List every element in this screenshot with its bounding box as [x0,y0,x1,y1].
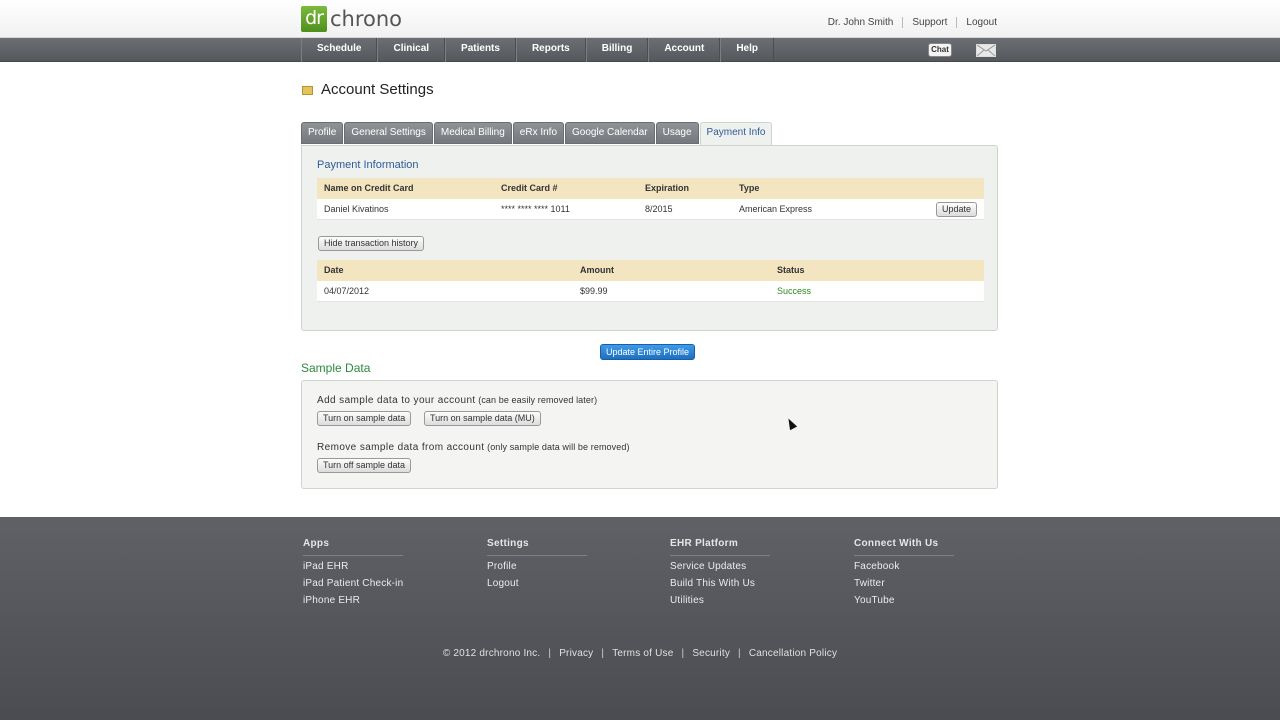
footer-col-ehr-platform: EHR Platform Service Updates Build This … [670,538,820,607]
nav-account[interactable]: Account [648,38,721,62]
col-expiration: Expiration [645,183,690,193]
tab-medical-billing[interactable]: Medical Billing [433,122,512,144]
nav-reports[interactable]: Reports [515,38,586,62]
nav-patients[interactable]: Patients [445,38,516,62]
legal-separator: | [738,648,741,659]
col-name-on-card: Name on Credit Card [324,183,414,193]
footer-link-service-updates[interactable]: Service Updates [670,561,820,573]
turn-off-sample-data-button[interactable]: Turn off sample data [317,458,412,473]
tab-google-calendar[interactable]: Google Calendar [565,122,655,144]
top-bar: dr chrono Dr. John Smith Support Logout [0,0,1280,38]
footer-link-build-with-us[interactable]: Build This With Us [670,578,820,590]
chat-icon[interactable]: Chat [928,43,952,57]
page-title: Account Settings [321,81,434,98]
credit-card-table: Name on Credit Card Credit Card # Expira… [317,178,984,220]
col-card-number: Credit Card # [501,183,558,193]
remove-sample-data-label: Remove sample data from account [317,442,485,453]
main-nav-bar: Schedule Clinical Patients Reports Billi… [0,38,1280,62]
footer-link-iphone-ehr[interactable]: iPhone EHR [303,595,453,607]
footer-heading-apps: Apps [303,538,403,556]
tab-usage[interactable]: Usage [655,122,699,144]
nav-billing[interactable]: Billing [585,38,649,62]
turn-on-sample-data-mu-button[interactable]: Turn on sample data (MU) [424,411,541,426]
transaction-date: 04/07/2012 [324,286,370,296]
turn-on-sample-data-button[interactable]: Turn on sample data [317,411,412,426]
settings-folder-icon [302,86,313,95]
col-status: Status [777,265,805,275]
settings-tabs: Profile General Settings Medical Billing… [301,122,773,146]
tab-profile[interactable]: Profile [301,122,344,144]
footer-link-facebook[interactable]: Facebook [854,561,1004,573]
legal-separator: | [548,648,552,659]
card-expiration: 8/2015 [645,204,673,214]
sample-data-panel: Add sample data to your account (can be … [301,380,998,489]
credit-card-table-header: Name on Credit Card Credit Card # Expira… [317,178,984,199]
top-links: Dr. John Smith Support Logout [819,17,997,28]
table-row: 04/07/2012 $99.99 Success [317,281,984,302]
add-sample-data-note: (can be easily removed later) [478,395,598,405]
security-link[interactable]: Security [688,648,734,659]
hide-transaction-history-button[interactable]: Hide transaction history [318,236,425,251]
footer-link-ipad-checkin[interactable]: iPad Patient Check-in [303,578,453,590]
footer-legal: © 2012 drchrono Inc. | Privacy | Terms of Us… [0,648,1280,659]
mail-icon[interactable] [976,44,996,57]
cancellation-policy-link[interactable]: Cancellation Policy [745,648,841,659]
logo-badge: dr [301,6,327,32]
tab-payment-info[interactable]: Payment Info [699,122,773,146]
add-sample-data-label: Add sample data to your account [317,395,476,406]
footer: Apps iPad EHR iPad Patient Check-in iPho… [0,517,1280,720]
tab-general-settings[interactable]: General Settings [344,122,433,144]
copyright-text: © 2012 drchrono Inc. [442,648,541,659]
tab-erx-info[interactable]: eRx Info [512,122,565,144]
footer-link-ipad-ehr[interactable]: iPad EHR [303,561,453,573]
remove-sample-data-text: Remove sample data from account (only sa… [317,442,630,453]
payment-info-panel: Payment Information Name on Credit Card … [301,145,998,331]
footer-col-settings: Settings Profile Logout [487,538,637,590]
col-date: Date [324,265,344,275]
footer-heading-ehr-platform: EHR Platform [670,538,770,556]
col-amount: Amount [580,265,614,275]
footer-link-profile[interactable]: Profile [487,561,637,573]
transaction-status: Success [777,286,812,296]
nav-help[interactable]: Help [720,38,774,62]
footer-col-apps: Apps iPad EHR iPad Patient Check-in iPho… [303,538,453,607]
main-nav: Schedule Clinical Patients Reports Billi… [301,38,774,62]
transaction-table-header: Date Amount Status [317,260,984,281]
drchrono-logo[interactable]: dr chrono [301,6,402,32]
nav-schedule[interactable]: Schedule [301,38,378,62]
privacy-link[interactable]: Privacy [555,648,597,659]
card-holder-name: Daniel Kivatinos [324,204,389,214]
nav-clinical[interactable]: Clinical [377,38,446,62]
update-card-button[interactable]: Update [936,202,978,217]
user-name-link[interactable]: Dr. John Smith [819,17,903,28]
footer-heading-settings: Settings [487,538,587,556]
logout-link[interactable]: Logout [956,17,997,28]
card-type: American Express [739,204,813,214]
table-row: Daniel Kivatinos **** **** **** 1011 8/2… [317,199,984,220]
update-entire-profile-button[interactable]: Update Entire Profile [600,344,696,360]
legal-separator: | [601,648,605,659]
footer-col-connect: Connect With Us Facebook Twitter YouTube [854,538,1004,607]
logo-text: chrono [330,7,403,31]
legal-separator: | [681,648,685,659]
footer-link-logout[interactable]: Logout [487,578,637,590]
footer-link-youtube[interactable]: YouTube [854,595,1004,607]
card-number: **** **** **** 1011 [501,204,570,214]
footer-heading-connect: Connect With Us [854,538,954,556]
payment-section-title: Payment Information [317,159,419,171]
footer-link-utilities[interactable]: Utilities [670,595,820,607]
add-sample-data-text: Add sample data to your account (can be … [317,395,597,406]
col-type: Type [739,183,760,193]
transaction-amount: $99.99 [580,286,608,296]
footer-link-twitter[interactable]: Twitter [854,578,1004,590]
support-link[interactable]: Support [902,17,956,28]
sample-data-title: Sample Data [301,361,371,375]
transaction-history-table: Date Amount Status 04/07/2012 $99.99 Suc… [317,260,984,302]
remove-sample-data-note: (only sample data will be removed) [487,442,630,452]
terms-link[interactable]: Terms of Use [608,648,677,659]
